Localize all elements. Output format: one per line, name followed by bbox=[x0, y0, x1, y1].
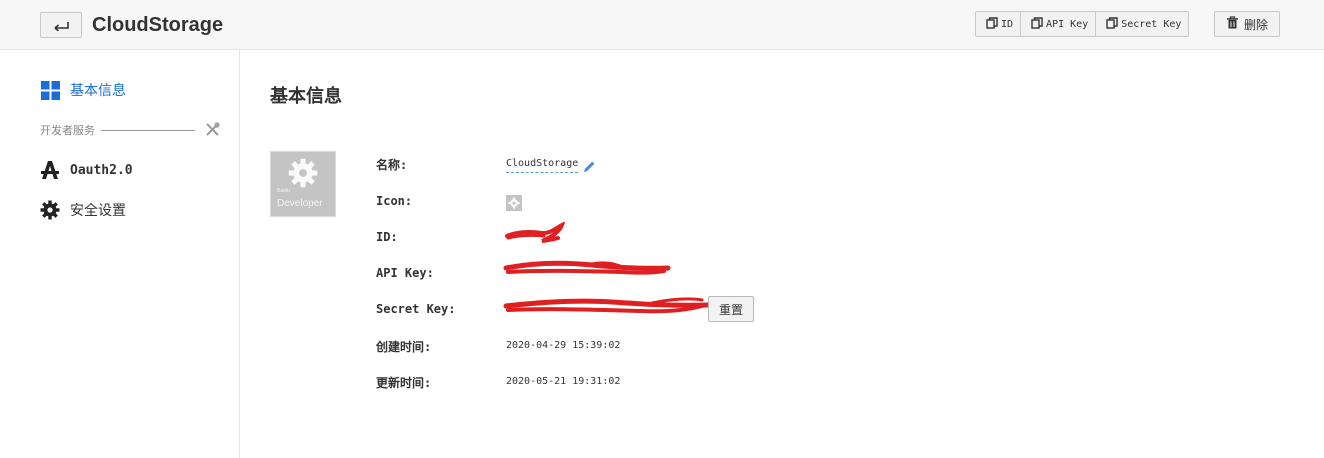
copy-id-label: ID bbox=[1001, 18, 1014, 30]
logo-small-text: Baidu bbox=[277, 188, 290, 194]
sidebar-item-security[interactable]: 安全设置 bbox=[40, 200, 126, 220]
logo-text: Developer bbox=[277, 198, 323, 209]
api-key-label: API Key: bbox=[376, 266, 434, 280]
id-label: ID: bbox=[376, 230, 398, 244]
delete-button[interactable]: 删除 bbox=[1214, 11, 1280, 37]
app-icon-thumbnail bbox=[506, 195, 522, 211]
app-logo: Baidu Developer bbox=[270, 151, 336, 217]
copy-icon bbox=[1031, 16, 1043, 32]
sidebar-item-basic-info[interactable]: 基本信息 bbox=[40, 80, 126, 100]
section-label-text: 开发者服务 bbox=[40, 124, 95, 137]
sidebar-item-label: 基本信息 bbox=[70, 83, 126, 99]
tools-icon bbox=[205, 122, 220, 141]
sidebar-item-label: 安全设置 bbox=[70, 203, 126, 219]
trash-icon bbox=[1226, 16, 1239, 32]
copy-api-key-button[interactable]: API Key bbox=[1021, 12, 1097, 36]
gear-icon bbox=[40, 200, 60, 220]
sidebar-item-oauth[interactable]: Oauth2.0 bbox=[40, 160, 133, 180]
copy-icon bbox=[1106, 16, 1118, 32]
oauth-icon bbox=[40, 160, 60, 180]
secret-key-label: Secret Key: bbox=[376, 302, 456, 316]
created-time-label: 创建时间: bbox=[376, 340, 432, 354]
sidebar-item-label: Oauth2.0 bbox=[70, 162, 133, 178]
app-name-value[interactable]: CloudStorage bbox=[506, 158, 579, 173]
app-title: CloudStorage bbox=[92, 14, 224, 36]
pencil-icon[interactable] bbox=[583, 158, 596, 177]
app-header: CloudStorage ID API Key Secret Key 删除 bbox=[0, 0, 1324, 50]
icon-label: Icon: bbox=[376, 194, 413, 208]
redaction-mark-secret-key bbox=[503, 297, 711, 314]
back-button[interactable] bbox=[40, 12, 82, 38]
sidebar: 基本信息 开发者服务 Oauth2.0 安全设置 bbox=[0, 50, 240, 458]
page-title: 基本信息 bbox=[270, 86, 342, 107]
reset-secret-key-button[interactable]: 重置 bbox=[708, 296, 754, 322]
delete-label: 删除 bbox=[1244, 17, 1269, 32]
created-time-value: 2020-04-29 15:39:02 bbox=[506, 340, 621, 351]
section-divider bbox=[101, 129, 195, 131]
grid-icon bbox=[40, 80, 60, 100]
name-label: 名称: bbox=[376, 158, 408, 172]
sidebar-section-label: 开发者服务 bbox=[40, 122, 195, 138]
updated-time-value: 2020-05-21 19:31:02 bbox=[506, 376, 621, 387]
copy-api-key-label: API Key bbox=[1046, 18, 1089, 30]
redaction-mark-api-key bbox=[503, 260, 671, 275]
copy-secret-key-label: Secret Key bbox=[1121, 18, 1182, 30]
copy-id-button[interactable]: ID bbox=[976, 12, 1022, 36]
copy-icon bbox=[986, 16, 998, 32]
gear-icon bbox=[288, 158, 318, 188]
copy-button-group: ID API Key Secret Key bbox=[975, 11, 1190, 37]
updated-time-label: 更新时间: bbox=[376, 376, 432, 390]
back-arrow-icon bbox=[54, 22, 69, 31]
gear-icon bbox=[508, 197, 520, 209]
redaction-mark-id bbox=[505, 222, 566, 243]
copy-secret-key-button[interactable]: Secret Key bbox=[1096, 12, 1188, 36]
